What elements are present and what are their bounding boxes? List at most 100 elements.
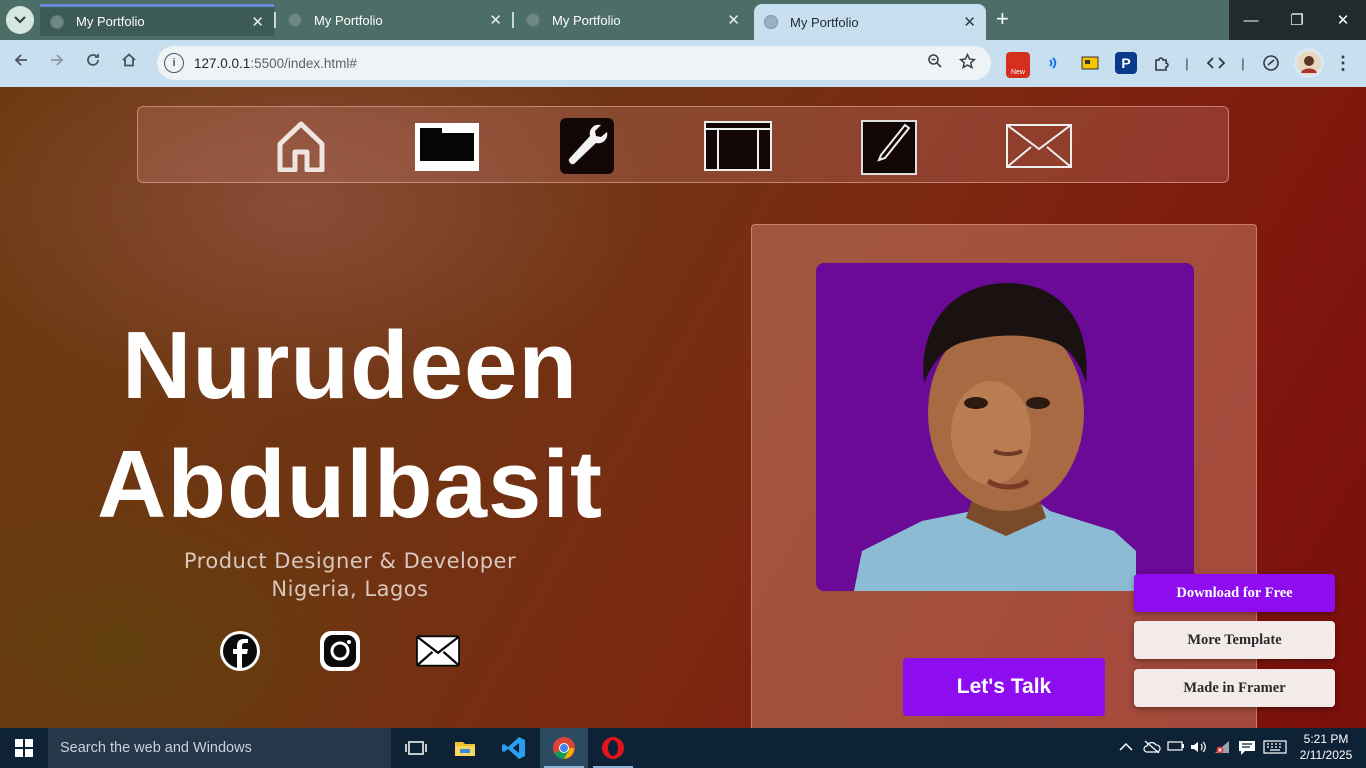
toolbar-divider: |: [1241, 55, 1245, 71]
reload-icon[interactable]: [85, 52, 101, 73]
volume-icon[interactable]: [1190, 740, 1208, 757]
code-icon[interactable]: [1205, 52, 1227, 74]
opera-icon: [602, 737, 624, 759]
tab-1[interactable]: My Portfolio ✕: [40, 4, 274, 36]
portfolio-icon: [704, 121, 772, 171]
tab-title: My Portfolio: [552, 12, 621, 28]
bookmark-star-icon[interactable]: [958, 52, 977, 74]
mail-icon: [1006, 124, 1072, 168]
nav-skills-button[interactable]: [552, 115, 622, 177]
search-placeholder: Search the web and Windows: [60, 740, 252, 756]
tab-3[interactable]: My Portfolio ✕: [516, 4, 750, 36]
globe-icon: [526, 13, 540, 27]
chrome-button[interactable]: [540, 728, 588, 768]
nav-blog-button[interactable]: [854, 115, 924, 177]
home-icon: [277, 121, 325, 172]
new-tab-button[interactable]: +: [996, 8, 1009, 30]
portfolio-page: Nurudeen Abdulbasit Product Designer & D…: [0, 87, 1366, 728]
tab-4-active[interactable]: My Portfolio ✕: [754, 4, 986, 40]
tab-title: My Portfolio: [314, 12, 383, 28]
taskbar-search-box[interactable]: Search the web and Windows: [48, 728, 391, 768]
hero-role: Product Designer & Developer: [183, 549, 517, 573]
globe-icon: [50, 14, 64, 29]
nav-projects-button[interactable]: [412, 115, 482, 177]
hero-last-name: Abdulbasit: [97, 431, 603, 538]
task-view-button[interactable]: [392, 728, 440, 768]
globe-icon: [764, 15, 778, 29]
file-explorer-button[interactable]: [441, 728, 489, 768]
wrench-icon: [560, 118, 614, 174]
email-link[interactable]: [416, 629, 460, 673]
nav-contact-button[interactable]: [1004, 115, 1074, 177]
notifications-icon[interactable]: [1238, 740, 1256, 759]
minimize-button[interactable]: —: [1228, 0, 1274, 40]
cloud-offline-icon[interactable]: [1143, 740, 1161, 757]
nav-home-button[interactable]: [266, 115, 336, 177]
facebook-icon: [220, 631, 260, 671]
show-hidden-icons-icon[interactable]: [1119, 740, 1133, 755]
system-clock[interactable]: 5:21 PM 2/11/2025: [1292, 731, 1360, 763]
toolbar-divider: |: [1185, 55, 1189, 71]
zoom-icon[interactable]: [927, 53, 943, 73]
close-tab-icon[interactable]: ✕: [251, 13, 264, 31]
tab-strip: My Portfolio ✕ My Portfolio ✕ My Portfol…: [0, 0, 1366, 40]
close-tab-icon[interactable]: ✕: [963, 13, 976, 31]
profile-avatar[interactable]: [1294, 48, 1324, 78]
start-button[interactable]: [0, 728, 48, 768]
instagram-icon: [320, 631, 360, 671]
close-tab-icon[interactable]: ✕: [489, 11, 502, 29]
windows-logo-icon: [15, 739, 33, 757]
hero-first-name: Nurudeen: [121, 312, 579, 419]
extension-p-icon[interactable]: P: [1115, 52, 1137, 74]
tab-separator: [512, 12, 514, 28]
tab-2[interactable]: My Portfolio ✕: [278, 4, 512, 36]
extension-new-icon[interactable]: New: [1006, 52, 1030, 78]
vscode-icon: [502, 737, 525, 759]
vscode-button[interactable]: [490, 728, 538, 768]
sync-icon[interactable]: [1260, 52, 1282, 74]
browser-toolbar: i 127.0.0.1:5500/index.html# New P | | ⋮: [0, 40, 1366, 87]
folder-icon: [415, 123, 479, 171]
address-bar[interactable]: i 127.0.0.1:5500/index.html#: [157, 46, 991, 80]
close-window-button[interactable]: ✕: [1320, 0, 1366, 40]
chrome-icon: [553, 737, 575, 759]
more-template-button[interactable]: More Template: [1134, 621, 1335, 659]
hero-location: Nigeria, Lagos: [271, 577, 429, 601]
task-view-icon: [405, 741, 427, 755]
clock-time: 5:21 PM: [1303, 732, 1349, 746]
extension-card-icon[interactable]: [1079, 52, 1101, 74]
made-in-framer-button[interactable]: Made in Framer: [1134, 669, 1335, 707]
folder-icon: [455, 742, 475, 756]
network-icon[interactable]: [1214, 740, 1232, 757]
back-icon[interactable]: [13, 52, 29, 73]
tab-title: My Portfolio: [76, 14, 145, 29]
top-nav: [137, 106, 1229, 183]
home-icon[interactable]: [121, 52, 137, 73]
site-info-icon[interactable]: i: [164, 53, 184, 73]
opera-button[interactable]: [589, 728, 637, 768]
tab-separator: [274, 12, 276, 28]
keyboard-icon[interactable]: [1263, 740, 1287, 757]
extensions-puzzle-icon[interactable]: [1151, 52, 1173, 74]
clock-date: 2/11/2025: [1299, 748, 1353, 762]
instagram-link[interactable]: [318, 629, 362, 673]
globe-icon: [288, 13, 302, 27]
portrait-image: [854, 283, 1136, 591]
battery-icon[interactable]: [1167, 740, 1185, 755]
lets-talk-button[interactable]: Let's Talk: [903, 658, 1105, 716]
facebook-link[interactable]: [218, 629, 262, 673]
profile-photo: [816, 263, 1194, 591]
download-free-button[interactable]: Download for Free: [1134, 574, 1335, 612]
tab-title: My Portfolio: [790, 14, 859, 30]
close-tab-icon[interactable]: ✕: [727, 11, 740, 29]
extension-audio-icon[interactable]: [1043, 52, 1065, 74]
edit-icon: [861, 120, 917, 175]
menu-kebab-icon[interactable]: ⋮: [1332, 52, 1354, 74]
tab-search-button[interactable]: [6, 6, 34, 34]
restore-button[interactable]: ❐: [1274, 0, 1320, 40]
nav-portfolio-button[interactable]: [703, 115, 773, 177]
chevron-down-icon: [14, 16, 26, 24]
mail-icon: [416, 635, 460, 667]
forward-icon[interactable]: [49, 52, 65, 73]
url-text: 127.0.0.1:5500/index.html#: [194, 55, 357, 71]
